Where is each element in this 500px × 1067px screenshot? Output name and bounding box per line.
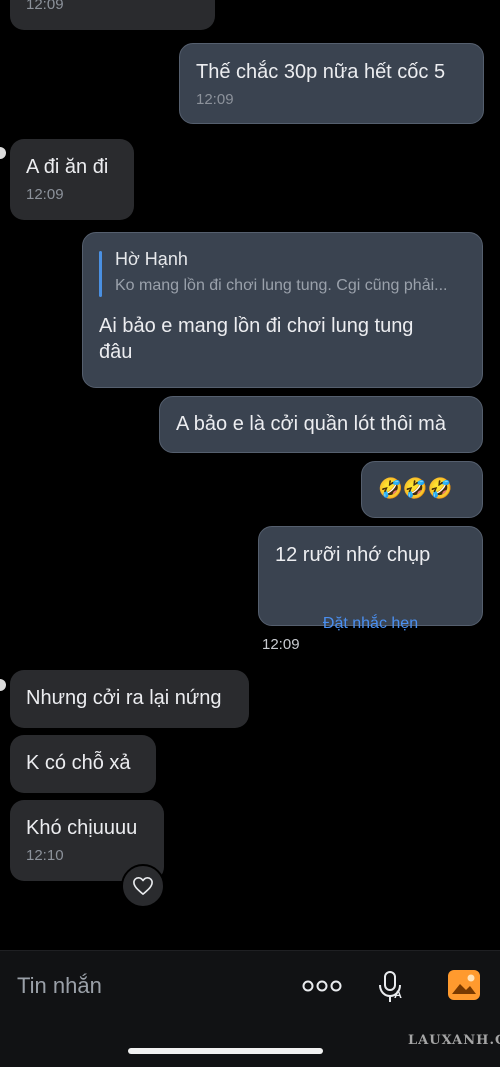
message-text: Khó chịuuuu xyxy=(26,817,138,839)
message-time: 12:09 xyxy=(26,0,64,13)
set-reminder-link[interactable]: Đặt nhắc hẹn xyxy=(259,615,482,633)
message-text: Ai bảo e mang lồn đi chơi lung tung đâu xyxy=(99,313,413,365)
more-options-button[interactable] xyxy=(302,973,342,999)
message-bubble-outgoing[interactable]: Thế chắc 30p nữa hết cốc 5 12:09 xyxy=(179,43,484,124)
quote-bar xyxy=(99,251,102,297)
message-bubble-outgoing[interactable]: A bảo e là cởi quần lót thôi mà xyxy=(159,396,483,453)
chat-screen: 12:09 Thế chắc 30p nữa hết cốc 5 12:09 A… xyxy=(0,0,500,1067)
voice-message-button[interactable]: A xyxy=(374,969,408,1005)
message-text: 12 rưỡi nhớ chụp xyxy=(275,544,431,566)
message-text: Nhưng cởi ra lại nứng xyxy=(26,687,222,709)
message-text: A bảo e là cởi quần lót thôi mà xyxy=(176,413,446,435)
microphone-icon: A xyxy=(379,971,402,1002)
message-bubble-incoming[interactable]: 12:09 xyxy=(10,0,215,30)
sender-avatar xyxy=(0,679,6,691)
message-text-line: đâu xyxy=(99,341,133,363)
emoji-message: 🤣🤣🤣 xyxy=(378,478,453,500)
message-bubble-incoming[interactable]: K có chỗ xả xyxy=(10,735,156,793)
message-time: 12:09 xyxy=(26,186,64,203)
sender-avatar xyxy=(0,147,6,159)
heart-icon xyxy=(133,877,153,895)
message-text: A đi ăn đi xyxy=(26,156,109,178)
svg-text:A: A xyxy=(394,989,402,1001)
reaction-heart-button[interactable] xyxy=(121,864,165,908)
message-text-line: Ai bảo e mang lồn đi chơi lung tung xyxy=(99,315,414,337)
message-text: Thế chắc 30p nữa hết cốc 5 xyxy=(196,61,446,83)
gallery-icon xyxy=(448,970,480,1000)
message-time: 12:10 xyxy=(26,847,64,864)
timestamp-divider: 12:09 xyxy=(262,636,300,653)
more-dots-icon xyxy=(302,980,342,992)
message-bubble-incoming[interactable]: A đi ăn đi 12:09 xyxy=(10,139,134,220)
reply-message-bubble[interactable]: Hờ Hạnh Ko mang lồn đi chơi lung tung. C… xyxy=(82,232,483,388)
quoted-message-snippet[interactable]: Ko mang lồn đi chơi lung tung. Cgi cũng … xyxy=(115,277,447,295)
gallery-button[interactable] xyxy=(446,968,482,1002)
message-time: 12:09 xyxy=(196,91,234,108)
watermark: LAUXANH.CC xyxy=(408,1033,500,1048)
quoted-sender-name[interactable]: Hờ Hạnh xyxy=(115,249,188,270)
message-bubble-outgoing[interactable]: 🤣🤣🤣 xyxy=(361,461,483,518)
message-bubble-incoming[interactable]: Nhưng cởi ra lại nứng xyxy=(10,670,249,728)
message-bubble-outgoing[interactable]: 12 rưỡi nhớ chụp Đặt nhắc hẹn xyxy=(258,526,483,632)
message-input[interactable]: Tin nhắn xyxy=(17,973,102,999)
home-indicator xyxy=(128,1048,323,1054)
message-text: K có chỗ xả xyxy=(26,752,131,774)
